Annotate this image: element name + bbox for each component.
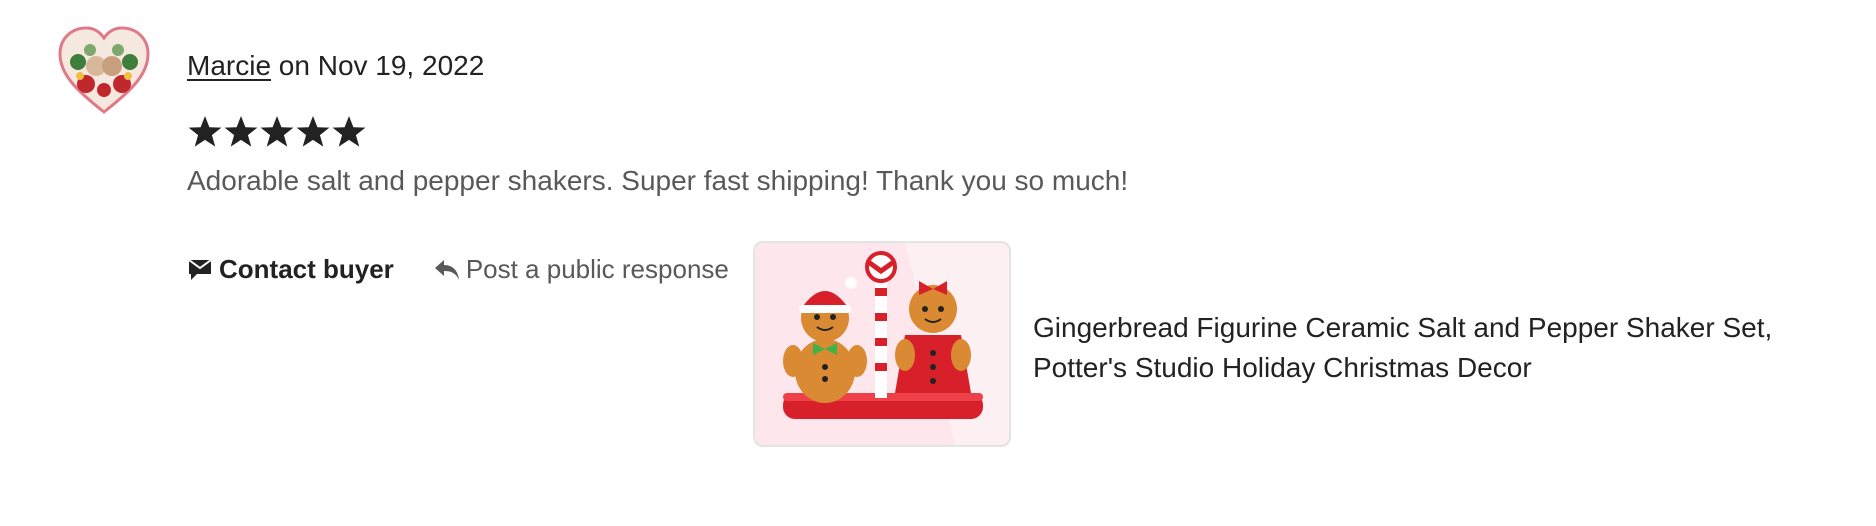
heart-wreath-avatar-icon	[58, 26, 150, 114]
star-icon	[224, 116, 258, 147]
post-public-response-button[interactable]: Post a public response	[434, 254, 729, 285]
contact-buyer-label: Contact buyer	[219, 254, 394, 284]
review-byline: Marcie on Nov 19, 2022	[187, 48, 484, 84]
listing-thumbnail[interactable]	[753, 241, 1011, 447]
reviewer-avatar[interactable]	[56, 26, 152, 116]
reply-arrow-icon	[434, 259, 459, 280]
contact-buyer-button[interactable]: Contact buyer	[187, 254, 394, 285]
star-icon	[188, 116, 222, 147]
review-text: Adorable salt and pepper shakers. Super …	[187, 165, 1129, 196]
envelope-flag-icon	[188, 258, 212, 280]
listing-title-link[interactable]: Gingerbread Figurine Ceramic Salt and Pe…	[1033, 308, 1873, 388]
star-icon	[260, 116, 294, 147]
review-date: on Nov 19, 2022	[271, 50, 485, 81]
star-icon	[296, 116, 330, 147]
star-rating	[187, 114, 367, 150]
review-card: Marcie on Nov 19, 2022 Adorable salt and…	[0, 0, 1876, 526]
review-actions: Contact buyer Post a public response	[187, 254, 729, 285]
gingerbread-shakers-image-icon	[755, 243, 1009, 445]
star-icon	[332, 116, 366, 147]
reviewer-name-link[interactable]: Marcie	[187, 50, 271, 81]
post-public-response-label: Post a public response	[465, 254, 729, 284]
